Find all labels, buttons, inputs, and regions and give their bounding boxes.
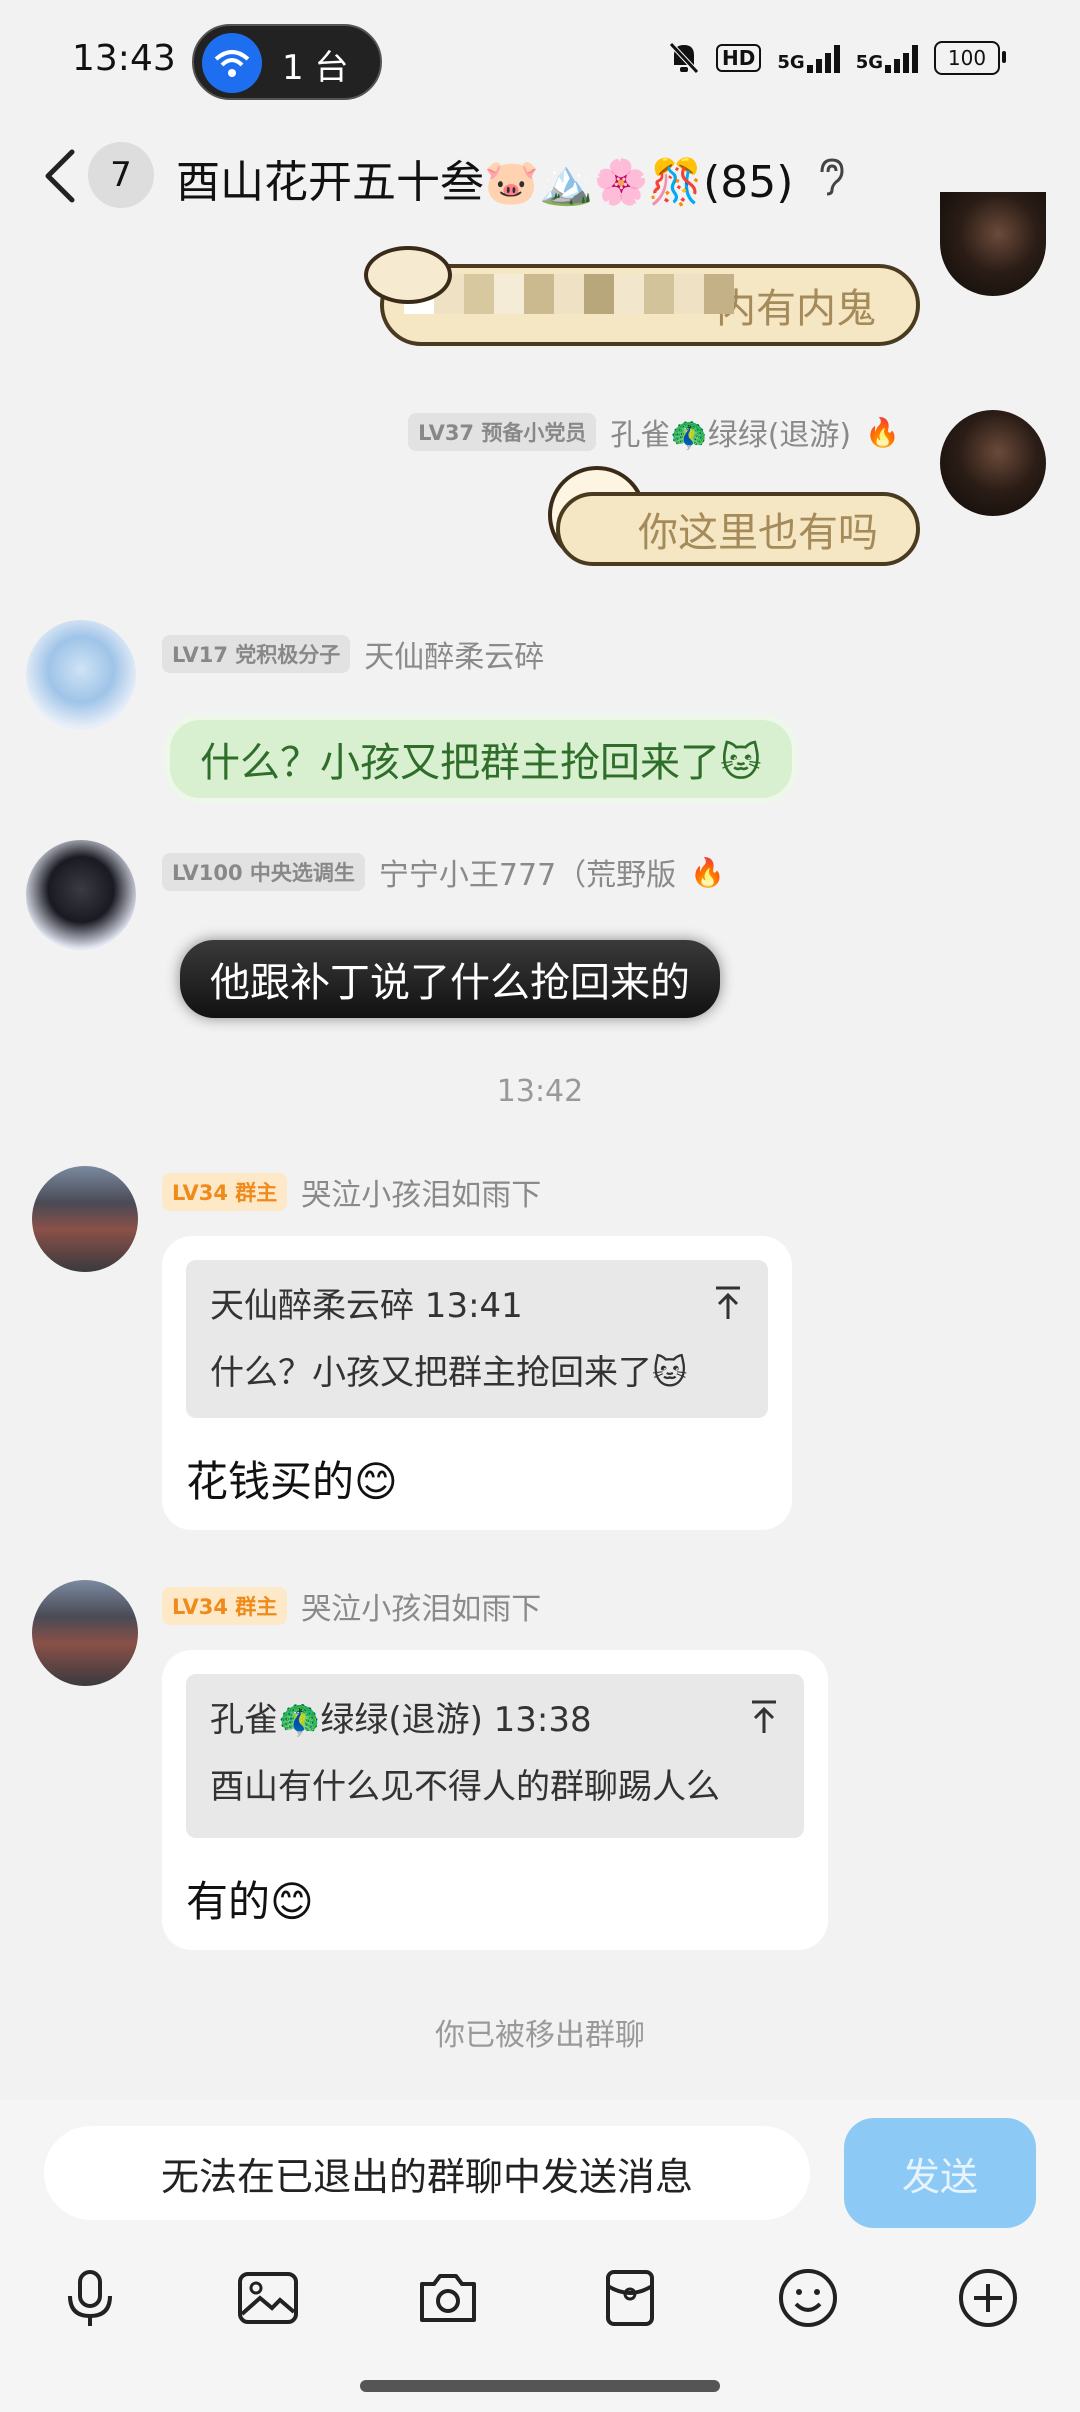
sender-row: LV37 预备小党员 孔雀🦚绿绿(退游) 🔥 xyxy=(408,410,900,454)
sender-row: LV34 群主 哭泣小孩泪如雨下 xyxy=(162,1170,541,1214)
home-indicator[interactable] xyxy=(360,2380,720,2392)
level-badge: LV17 党积极分子 xyxy=(162,635,351,673)
microphone-icon[interactable] xyxy=(58,2266,122,2330)
message-text: 什么？小孩又把群主抢回来了🐱 xyxy=(200,740,762,786)
sender-row: LV34 群主 哭泣小孩泪如雨下 xyxy=(162,1584,541,1628)
message-text: 你这里也有吗 xyxy=(638,510,878,556)
quote-text: 什么？小孩又把群主抢回来了🐱 xyxy=(210,1353,688,1393)
level-badge: LV34 群主 xyxy=(162,1587,288,1625)
jump-to-top-icon[interactable] xyxy=(748,1699,780,1735)
level-badge: LV34 群主 xyxy=(162,1173,288,1211)
mosaic-censor xyxy=(404,274,734,314)
signal-bars-icon xyxy=(885,43,918,73)
back-arrow-icon[interactable] xyxy=(40,146,80,206)
sender-name[interactable]: 孔雀🦚绿绿(退游) xyxy=(610,410,851,454)
wifi-icon xyxy=(202,33,262,93)
reply-message-bubble[interactable]: 孔雀🦚绿绿(退游) 13:38 酉山有什么见不得人的群聊踢人么 有的😊 xyxy=(162,1650,828,1950)
status-time: 13:43 xyxy=(72,38,176,79)
message-bubble[interactable]: 你这里也有吗 xyxy=(556,492,920,566)
send-button[interactable]: 发送 xyxy=(844,2118,1036,2228)
system-notice: 你已被移出群聊 xyxy=(435,2018,645,2053)
avatar[interactable] xyxy=(32,1166,138,1272)
quoted-message[interactable]: 天仙醉柔云碎 13:41 什么？小孩又把群主抢回来了🐱 xyxy=(186,1260,768,1418)
sender-name[interactable]: 哭泣小孩泪如雨下 xyxy=(301,1584,541,1628)
quote-text: 酉山有什么见不得人的群聊踢人么 xyxy=(210,1767,720,1807)
jump-to-top-icon[interactable] xyxy=(712,1285,744,1321)
signal-2: 5G xyxy=(856,43,918,73)
quote-author: 天仙醉柔云碎 13:41 xyxy=(210,1286,523,1326)
quoted-message[interactable]: 孔雀🦚绿绿(退游) 13:38 酉山有什么见不得人的群聊踢人么 xyxy=(186,1674,804,1838)
screen-cast-pill[interactable]: 1 台 xyxy=(192,24,382,100)
bubble-decoration xyxy=(364,246,452,304)
image-icon[interactable] xyxy=(236,2266,300,2330)
avatar[interactable] xyxy=(940,410,1046,516)
avatar[interactable] xyxy=(940,192,1046,296)
unread-count-badge[interactable]: 7 xyxy=(88,142,154,208)
fire-icon: 🔥 xyxy=(865,415,900,449)
reply-text: 有的😊 xyxy=(186,1877,314,1926)
sender-name[interactable]: 哭泣小孩泪如雨下 xyxy=(301,1170,541,1214)
message-text: 内有内鬼 xyxy=(716,286,876,332)
ear-icon[interactable] xyxy=(810,156,850,196)
plus-icon[interactable] xyxy=(956,2266,1020,2330)
reply-text: 花钱买的😊 xyxy=(186,1457,398,1506)
avatar[interactable] xyxy=(26,620,136,730)
message-text: 他跟补丁说了什么抢回来的 xyxy=(210,960,690,1006)
avatar[interactable] xyxy=(26,840,136,950)
message-bubble[interactable]: 什么？小孩又把群主抢回来了🐱 xyxy=(170,720,792,798)
cast-count: 1 台 xyxy=(282,48,349,88)
camera-icon[interactable] xyxy=(416,2266,480,2330)
mute-bell-icon xyxy=(669,42,699,74)
signal-bars-icon xyxy=(806,43,840,73)
message-bubble[interactable]: 内有内鬼 xyxy=(380,264,920,346)
message-bubble[interactable]: 他跟补丁说了什么抢回来的 xyxy=(180,940,720,1018)
battery-icon: 100 xyxy=(934,41,1006,75)
level-badge: LV37 预备小党员 xyxy=(408,413,597,451)
level-badge: LV100 中央选调生 xyxy=(162,853,365,891)
signal-1: 5G xyxy=(777,43,840,73)
sender-name[interactable]: 宁宁小王777（荒野版 xyxy=(379,850,676,894)
quote-author: 孔雀🦚绿绿(退游) 13:38 xyxy=(210,1700,592,1740)
status-icons: HD 5G 5G 100 xyxy=(668,38,1006,78)
emoji-icon[interactable] xyxy=(776,2266,840,2330)
message-input[interactable]: 无法在已退出的群聊中发送消息 xyxy=(44,2126,810,2220)
avatar[interactable] xyxy=(32,1580,138,1686)
timestamp: 13:42 xyxy=(496,1074,584,1109)
sender-name[interactable]: 天仙醉柔云碎 xyxy=(364,632,544,676)
sender-row: LV100 中央选调生 宁宁小王777（荒野版 🔥 xyxy=(162,850,725,894)
sender-row: LV17 党积极分子 天仙醉柔云碎 xyxy=(162,632,544,676)
red-packet-icon[interactable] xyxy=(598,2266,662,2330)
chat-title[interactable]: 酉山花开五十叁🐷🏔️🌸🎊(85) xyxy=(176,146,793,210)
reply-message-bubble[interactable]: 天仙醉柔云碎 13:41 什么？小孩又把群主抢回来了🐱 花钱买的😊 xyxy=(162,1236,792,1530)
hd-badge: HD xyxy=(716,44,762,72)
fire-icon: 🔥 xyxy=(690,855,726,889)
